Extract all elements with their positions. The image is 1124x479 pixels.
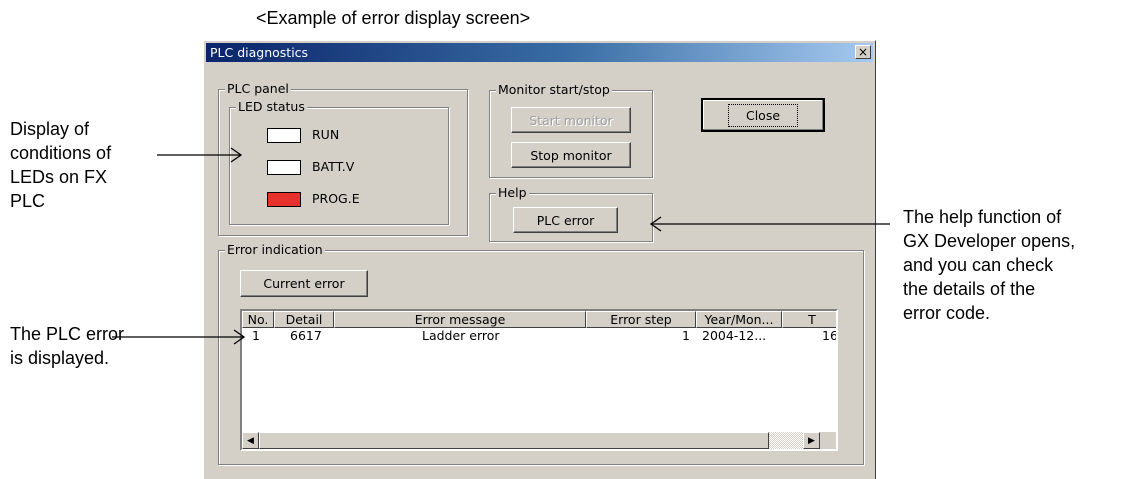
annotation-arrows [112,147,890,345]
